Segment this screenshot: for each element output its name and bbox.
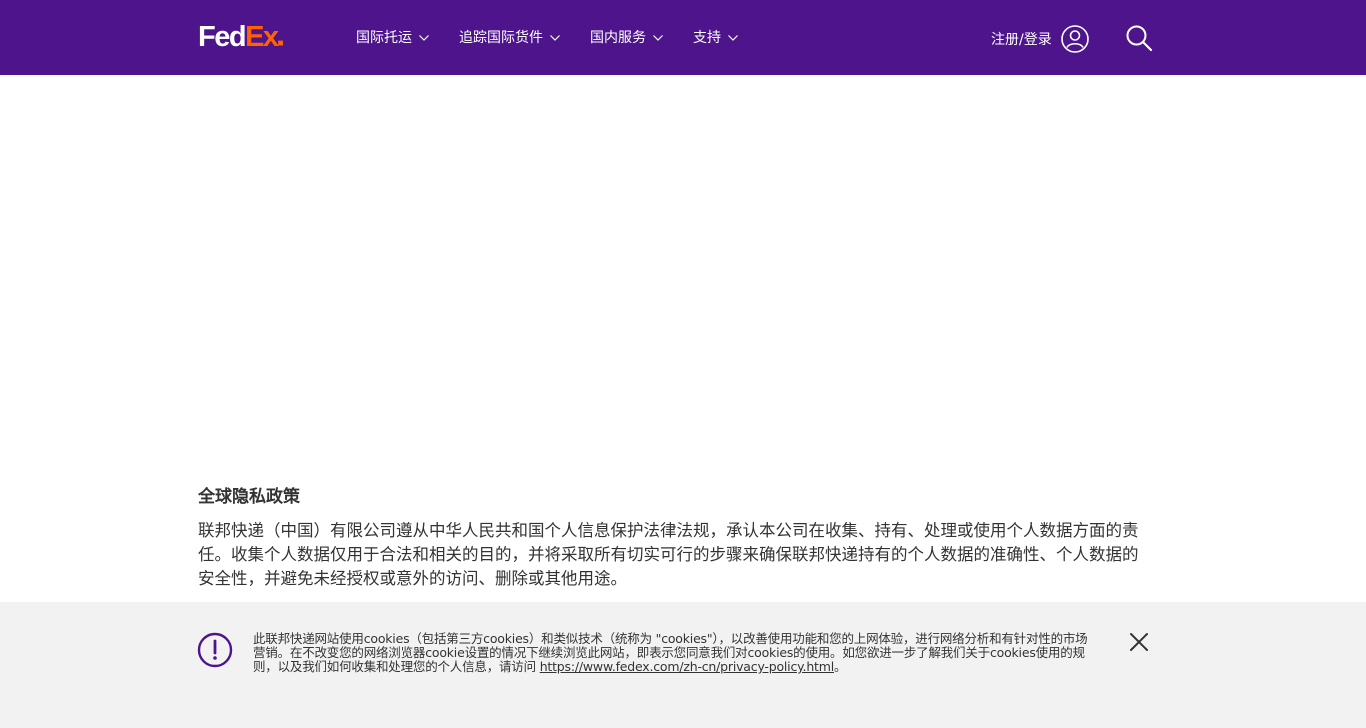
nav-item-label: 国内服务	[590, 30, 646, 46]
login-label: 注册/登录	[991, 32, 1052, 48]
login-button[interactable]: 注册/登录	[991, 24, 1090, 54]
nav-item-label: 国际托运	[356, 30, 412, 46]
nav-item-label: 支持	[693, 30, 721, 46]
privacy-policy-link[interactable]: https://www.fedex.com/zh-cn/privacy-poli…	[540, 659, 835, 674]
chevron-down-icon	[728, 35, 738, 41]
nav-item-support[interactable]: 支持	[693, 28, 738, 48]
chevron-down-icon	[550, 35, 560, 41]
cookie-notice-suffix: 。	[834, 659, 847, 674]
search-icon[interactable]	[1125, 24, 1153, 52]
nav-item-track-shipments[interactable]: 追踪国际货件	[459, 28, 560, 48]
nav-item-domestic-services[interactable]: 国内服务	[590, 28, 663, 48]
privacy-body: 联邦快递（中国）有限公司遵从中华人民共和国个人信息保护法律法规，承认本公司在收集…	[198, 521, 1139, 588]
user-circle-icon	[1060, 25, 1089, 53]
top-navigation-bar: FedEx■ 国际托运 追踪国际货件 国内服务 支持 注册/登录	[0, 0, 1366, 75]
nav-item-international-shipping[interactable]: 国际托运	[356, 28, 429, 48]
fedex-logo[interactable]: FedEx■	[198, 22, 284, 52]
logo-dot: ■	[277, 38, 284, 49]
privacy-title: 全球隐私政策	[198, 487, 300, 507]
chevron-down-icon	[419, 35, 429, 41]
cookie-notice-text: 此联邦快递网站使用cookies（包括第三方cookies）和类似技术（统称为 …	[253, 632, 1093, 674]
nav-item-label: 追踪国际货件	[459, 30, 543, 46]
privacy-section: 全球隐私政策 联邦快递（中国）有限公司遵从中华人民共和国个人信息保护法律法规，承…	[198, 484, 1153, 591]
chevron-down-icon	[653, 35, 663, 41]
alert-icon	[197, 632, 233, 668]
close-icon[interactable]	[1128, 631, 1150, 653]
